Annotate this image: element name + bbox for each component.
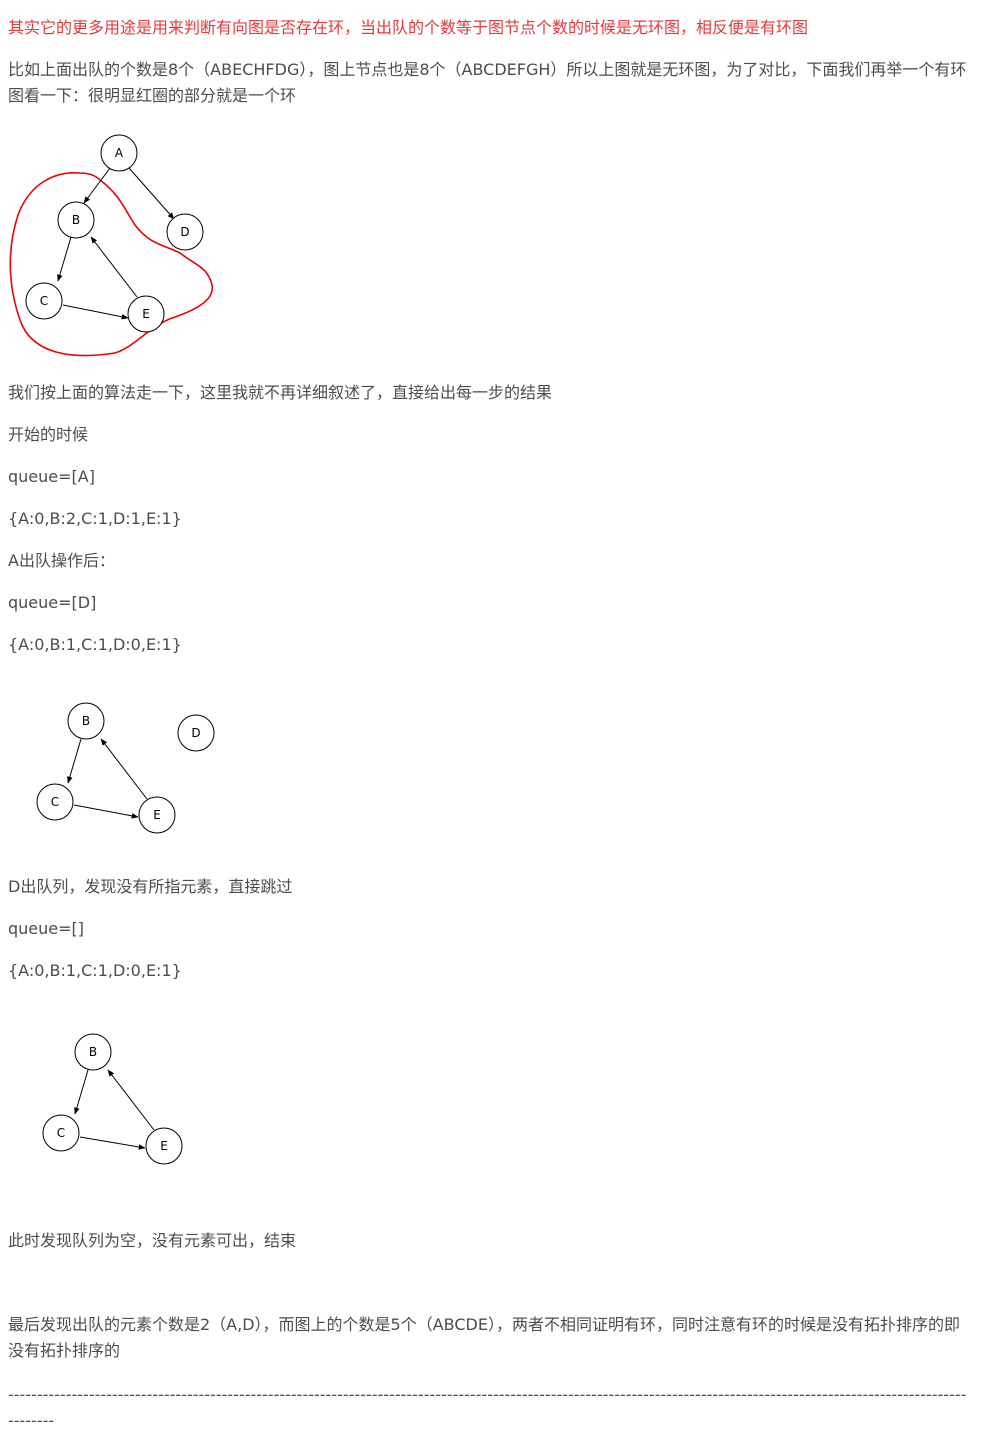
graph3-diagram: B C E [42,1033,183,1165]
queue-state-3: queue=[] [8,919,85,938]
graph2-diagram: B C D E [36,702,215,834]
divider-dashes: ----------------------------------------… [8,1385,967,1430]
node-e: E [127,295,165,333]
svg-text:B: B [89,1045,97,1059]
after-a-text: A出队操作后： [8,551,115,570]
edge-a-d [128,167,175,220]
node-e: E [145,1127,183,1165]
svg-text:D: D [180,225,189,239]
degree-map-3: {A:0,B:1,C:1,D:0,E:1} [8,961,182,980]
node-e: E [138,796,176,834]
svg-text:B: B [72,213,80,227]
edge-c-e [79,1136,146,1150]
svg-text:B: B [82,714,90,728]
node-b: B [67,702,105,740]
svg-text:C: C [40,294,48,308]
edge-e-b [107,1069,155,1131]
svg-text:C: C [51,795,59,809]
node-a: A [100,134,138,172]
edge-b-c [57,236,72,282]
svg-text:D: D [191,726,200,740]
svg-text:E: E [142,307,150,321]
queue-state-2: queue=[D] [8,593,97,612]
node-d: D [177,714,215,752]
node-c: C [25,282,63,320]
d-out-text: D出队列，发现没有所指元素，直接跳过 [8,877,293,896]
edge-e-b [100,738,148,800]
node-b: B [57,201,95,239]
svg-text:E: E [153,808,161,822]
degree-map-1: {A:0,B:2,C:1,D:1,E:1} [8,509,182,528]
edge-b-c [67,738,82,784]
node-c: C [42,1114,80,1152]
svg-text:C: C [57,1126,65,1140]
edge-c-e [73,804,139,819]
edge-b-c [74,1069,89,1115]
queue-state-1: queue=[A] [8,467,95,486]
empty-queue-text: 此时发现队列为空，没有元素可出，结束 [8,1231,297,1250]
svg-text:E: E [160,1139,168,1153]
edge-e-b [90,236,138,298]
compare-paragraph: 比如上面出队的个数是8个（ABECHFDG），图上节点也是8个（ABCDEFGH… [8,60,967,105]
conclusion-paragraph: 最后发现出队的元素个数是2（A,D），而图上的个数是5个（ABCDE），两者不相… [8,1315,960,1360]
node-c: C [36,783,74,821]
degree-map-2: {A:0,B:1,C:1,D:0,E:1} [8,635,182,654]
walk-text: 我们按上面的算法走一下，这里我就不再详细叙述了，直接给出每一步的结果 [8,383,553,402]
svg-text:A: A [115,146,124,160]
edge-c-e [62,304,129,320]
node-d: D [166,213,204,251]
node-b: B [74,1033,112,1071]
graph1-diagram: A B C D E [9,134,213,357]
intro-red-text: 其实它的更多用途是用来判断有向图是否存在环，当出队的个数等于图节点个数的时候是无… [8,18,809,37]
start-text: 开始的时候 [8,425,89,444]
